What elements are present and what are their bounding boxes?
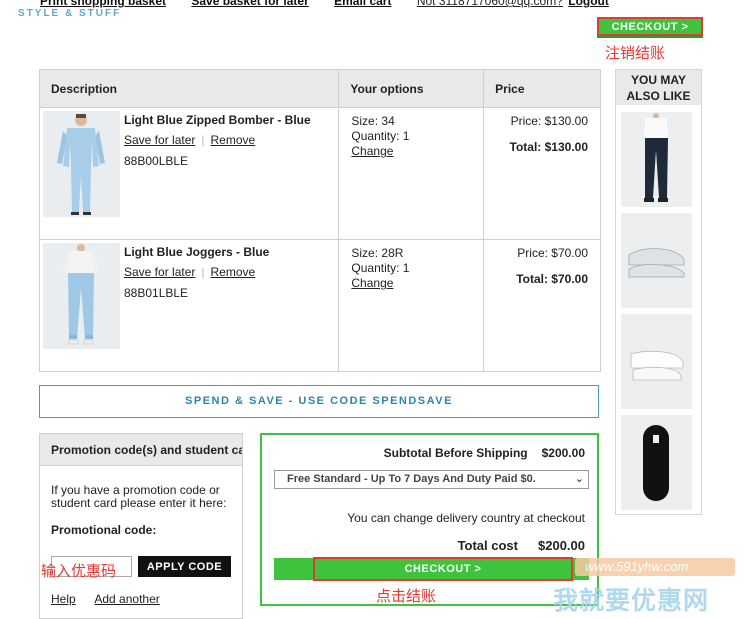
total-value: $200.00: [538, 538, 585, 553]
subtotal-label: Subtotal Before Shipping: [383, 446, 528, 460]
item-code: 88B01LBLE: [124, 286, 189, 300]
apply-code-button[interactable]: APPLY CODE: [138, 556, 231, 577]
header-description: Description: [39, 69, 340, 108]
remove-link[interactable]: Remove: [211, 265, 256, 279]
delivery-note: You can change delivery country at check…: [347, 511, 585, 525]
item-name[interactable]: Light Blue Zipped Bomber - Blue: [124, 113, 311, 127]
annotation-coupon-cn: 输入优惠码: [41, 562, 117, 580]
product-image-bomber[interactable]: [43, 111, 120, 217]
change-options-link[interactable]: Change: [351, 144, 393, 158]
item-price: Price: $130.00: [510, 114, 588, 128]
table-row: Light Blue Joggers - Blue Save for later…: [39, 239, 601, 372]
save-for-later-link[interactable]: Save for later: [124, 133, 195, 147]
item-quantity: Quantity: 1: [351, 129, 410, 143]
print-basket-link[interactable]: Print shopping basket: [40, 0, 166, 8]
item-total: Total: $70.00: [516, 272, 588, 286]
checkout-button-label[interactable]: CHECKOUT >: [313, 557, 573, 581]
email-cart-link[interactable]: Email cart: [334, 0, 391, 8]
shipping-select[interactable]: Free Standard - Up To 7 Days And Duty Pa…: [274, 470, 589, 489]
annotation-click-cn: 点击结账: [376, 587, 437, 605]
rec-white-sneakers[interactable]: [621, 314, 692, 409]
table-row: Light Blue Zipped Bomber - Blue Save for…: [39, 107, 601, 240]
remove-link[interactable]: Remove: [211, 133, 256, 147]
promotion-code-label: Promotional code:: [51, 523, 157, 537]
item-total: Total: $130.00: [509, 140, 588, 154]
promotion-help-text: If you have a promotion code or student …: [51, 483, 227, 510]
header-links: Print shopping basket Save basket for la…: [40, 0, 609, 10]
item-size: Size: 28R: [351, 246, 404, 260]
promotion-panel-title: Promotion code(s) and student ca: [40, 434, 242, 466]
checkout-button-bottom[interactable]: CHECKOUT >: [274, 557, 589, 581]
add-another-link[interactable]: Add another: [94, 592, 159, 606]
item-code: 88B00LBLE: [124, 154, 189, 168]
subtotal-row: Subtotal Before Shipping $200.00: [384, 446, 585, 460]
total-row: Total cost $200.00: [458, 538, 585, 553]
shipping-selected-value: Free Standard - Up To 7 Days And Duty Pa…: [287, 473, 536, 485]
help-link[interactable]: Help: [51, 592, 76, 606]
change-options-link[interactable]: Change: [351, 276, 393, 290]
total-label: Total cost: [457, 538, 518, 553]
annotation-logout-cn: 注销结账: [605, 44, 666, 62]
order-summary: Subtotal Before Shipping $200.00 Free Sta…: [260, 433, 599, 606]
brand-logo: STYLE & STUFF: [18, 8, 122, 19]
item-quantity: Quantity: 1: [351, 261, 410, 275]
product-image-joggers[interactable]: [43, 243, 120, 349]
save-basket-link[interactable]: Save basket for later: [191, 0, 308, 8]
item-price: Price: $70.00: [517, 246, 588, 260]
basket-table: Description Your options Price Light Blu…: [39, 69, 601, 372]
item-name[interactable]: Light Blue Joggers - Blue: [124, 245, 269, 259]
promotion-panel: Promotion code(s) and student ca If you …: [39, 433, 243, 619]
subtotal-value: $200.00: [541, 446, 585, 460]
rec-black-socks[interactable]: [621, 415, 692, 510]
chevron-down-icon: ⌄: [570, 471, 584, 488]
recommendations-title: YOU MAY ALSO LIKE: [616, 70, 701, 105]
promo-banner[interactable]: SPEND & SAVE - USE CODE SPENDSAVE: [39, 385, 599, 418]
rec-navy-trousers[interactable]: [621, 112, 692, 207]
logout-link[interactable]: Logout: [568, 0, 609, 8]
not-you-text: Not 3118717060@qq.com?: [416, 0, 563, 8]
recommendations-panel: YOU MAY ALSO LIKE: [615, 69, 702, 515]
save-for-later-link[interactable]: Save for later: [124, 265, 195, 279]
header-price: Price: [483, 69, 601, 108]
watermark-text: 我就要优惠网: [553, 586, 710, 615]
header-options: Your options: [338, 69, 485, 108]
checkout-button-top[interactable]: CHECKOUT >: [597, 17, 703, 36]
rec-grey-sneakers[interactable]: [621, 213, 692, 308]
watermark-url: www.591yhw.com: [575, 558, 735, 576]
item-size: Size: 34: [351, 114, 395, 128]
